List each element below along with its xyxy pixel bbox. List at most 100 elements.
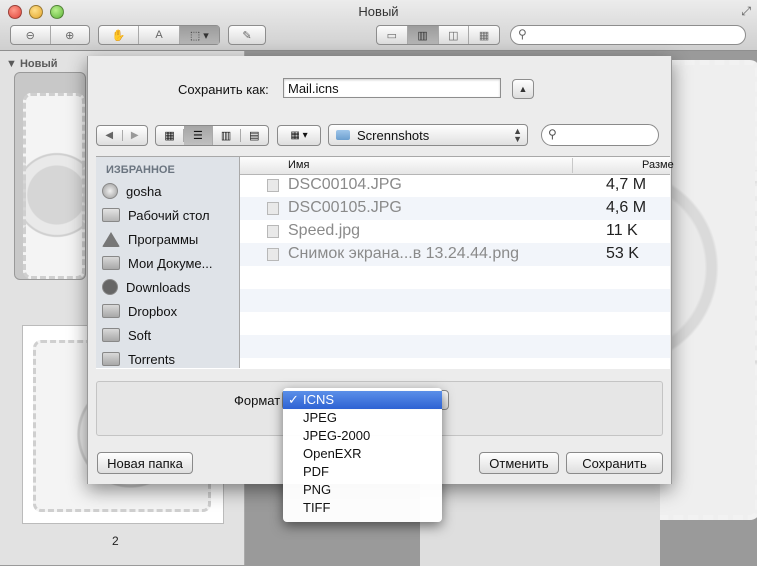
sidebar-item-torrents[interactable]: Torrents xyxy=(102,348,238,370)
hand-tool-icon[interactable]: ✋ xyxy=(99,26,140,44)
file-name: Снимок экрана...в 13.24.44.png xyxy=(288,245,520,262)
menu-item-label: TIFF xyxy=(303,500,331,515)
menu-item-label: PNG xyxy=(303,482,332,497)
sidebar-item-label: Torrents xyxy=(128,351,175,367)
sidebar-item-label: Dropbox xyxy=(128,303,178,319)
empty-row xyxy=(240,266,670,289)
location-popup[interactable]: Scrennshots ▲ ▼ xyxy=(328,124,528,146)
file-name: DSC00104.JPG xyxy=(288,176,402,193)
sidebar-item-gosha[interactable]: gosha xyxy=(102,180,238,202)
zoom-control[interactable]: ⊖ ⊕ xyxy=(10,25,90,45)
sidebar-item-applications[interactable]: Программы xyxy=(102,228,238,250)
column-divider[interactable] xyxy=(572,158,573,173)
file-row[interactable]: Speed.jpg 11 K xyxy=(240,220,670,243)
applications-icon xyxy=(102,231,120,247)
zoom-in-icon[interactable]: ⊕ xyxy=(51,26,90,44)
sidebar-view-control[interactable]: ▭ ▥ ◫ ▦ xyxy=(376,25,500,45)
list-view-icon[interactable]: ☰ xyxy=(184,126,213,145)
column-header-size[interactable]: Разме xyxy=(642,159,674,171)
thumbnails-icon[interactable]: ▥ xyxy=(407,26,439,44)
menu-item-label: JPEG-2000 xyxy=(303,428,371,443)
coverflow-view-icon[interactable]: ▤ xyxy=(241,129,268,142)
tool-control[interactable]: ✋ A ⬚ ▾ xyxy=(98,25,220,45)
arrange-button[interactable]: ▦ ▾ xyxy=(277,125,321,146)
desktop-icon xyxy=(102,208,120,222)
folder-icon xyxy=(336,130,350,140)
file-row[interactable]: DSC00104.JPG 4,7 M xyxy=(240,174,670,197)
image-file-icon xyxy=(267,202,279,215)
pencil-icon[interactable]: ✎ xyxy=(229,26,265,44)
sidebar-item-dropbox[interactable]: Dropbox xyxy=(102,300,238,322)
image-file-icon xyxy=(267,179,279,192)
downloads-icon xyxy=(102,279,118,295)
content-only-icon[interactable]: ▭ xyxy=(377,26,408,44)
navigation-buttons[interactable]: ◀ ▶ xyxy=(96,125,148,146)
empty-row xyxy=(240,312,670,335)
format-option-pdf[interactable]: PDF xyxy=(283,463,442,481)
sidebar-item-soft[interactable]: Soft xyxy=(102,324,238,346)
fullscreen-icon[interactable]: ⤢ xyxy=(741,4,751,19)
folder-icon xyxy=(102,256,120,270)
menu-item-label: JPEG xyxy=(303,410,337,425)
format-menu: ✓ ICNS JPEG JPEG-2000 OpenEXR PDF PNG TIF… xyxy=(283,388,442,522)
toolbar-search-field[interactable]: ⚲ xyxy=(510,25,746,45)
column-view-icon[interactable]: ▥ xyxy=(213,129,241,142)
page-thumbnail-1[interactable] xyxy=(14,72,86,280)
sidebar-document-header[interactable]: ▼ Новый xyxy=(6,58,58,70)
format-option-tiff[interactable]: TIFF xyxy=(283,499,442,517)
select-tool-icon[interactable]: ⬚ ▾ xyxy=(179,26,219,44)
column-header-name[interactable]: Имя xyxy=(288,159,309,171)
window-title: Новый xyxy=(358,4,399,19)
menu-item-label: PDF xyxy=(303,464,329,479)
checkmark-icon: ✓ xyxy=(288,392,299,407)
format-option-icns[interactable]: ✓ ICNS xyxy=(283,391,442,409)
empty-row xyxy=(240,335,670,358)
favorites-header: ИЗБРАННОЕ xyxy=(106,164,175,176)
file-size: 53 K xyxy=(606,245,639,262)
view-mode-buttons[interactable]: ▦ ☰ ▥ ▤ xyxy=(155,125,269,146)
sidebar-item-label: Рабочий стол xyxy=(128,207,210,223)
text-tool-icon[interactable]: A xyxy=(139,26,180,44)
file-row[interactable]: DSC00105.JPG 4,6 M xyxy=(240,197,670,220)
contact-sheet-icon[interactable]: ▦ xyxy=(469,26,499,44)
back-icon[interactable]: ◀ xyxy=(97,130,123,141)
sidebar-item-documents[interactable]: Мои Докуме... xyxy=(102,252,238,274)
file-name: Speed.jpg xyxy=(288,222,361,239)
empty-row xyxy=(240,289,670,312)
image-file-icon xyxy=(267,225,279,238)
file-row[interactable]: Снимок экрана...в 13.24.44.png 53 K xyxy=(240,243,670,266)
sheet-search-field[interactable]: ⚲ xyxy=(541,124,659,146)
sidebar-item-downloads[interactable]: Downloads xyxy=(102,276,238,298)
home-icon xyxy=(102,183,118,199)
forward-icon[interactable]: ▶ xyxy=(123,130,148,141)
document-file-icon xyxy=(267,248,279,261)
location-label: Scrennshots xyxy=(357,128,430,143)
folder-icon xyxy=(102,328,120,342)
popup-arrows-icon: ▲ ▼ xyxy=(513,126,522,144)
format-option-png[interactable]: PNG xyxy=(283,481,442,499)
filename-input[interactable]: Mail.icns xyxy=(283,78,501,98)
icon-view-icon[interactable]: ▦ xyxy=(156,129,185,142)
zoom-out-icon[interactable]: ⊖ xyxy=(11,26,51,44)
new-folder-button[interactable]: Новая папка xyxy=(97,452,193,474)
format-option-jpeg[interactable]: JPEG xyxy=(283,409,442,427)
folder-icon xyxy=(102,352,120,366)
sidebar-item-label: Программы xyxy=(128,231,199,247)
cancel-button[interactable]: Отменить xyxy=(479,452,559,474)
format-label: Формат xyxy=(234,393,281,408)
search-icon: ⚲ xyxy=(548,127,557,141)
format-option-jpeg-2000[interactable]: JPEG-2000 xyxy=(283,427,442,445)
sidebar-item-desktop[interactable]: Рабочий стол xyxy=(102,204,238,226)
sidebar-item-label: gosha xyxy=(126,183,162,199)
collapse-browser-button[interactable]: ▲ xyxy=(512,79,534,99)
menu-item-label: ICNS xyxy=(303,392,335,407)
save-button[interactable]: Сохранить xyxy=(566,452,663,474)
sidebar-item-label: Downloads xyxy=(126,279,191,295)
annotate-button[interactable]: ✎ xyxy=(228,25,266,45)
search-icon: ⚲ xyxy=(518,27,527,41)
table-of-contents-icon[interactable]: ◫ xyxy=(439,26,470,44)
sidebar-item-label: Мои Докуме... xyxy=(128,255,213,271)
page-number-label: 2 xyxy=(112,534,119,548)
file-name: DSC00105.JPG xyxy=(288,199,402,216)
format-option-openexr[interactable]: OpenEXR xyxy=(283,445,442,463)
